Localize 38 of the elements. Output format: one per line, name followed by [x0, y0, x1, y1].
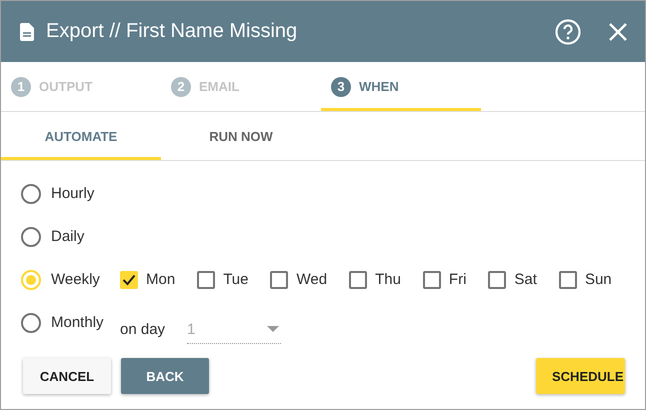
checkbox-label: Thu [375, 271, 401, 288]
radio-label: Daily [51, 228, 86, 245]
checkbox-label: Sun [584, 271, 612, 288]
checkbox-label: Mon [146, 271, 176, 288]
close-icon[interactable] [609, 22, 627, 40]
checkbox-label: Wed [296, 271, 328, 288]
caret-icon [267, 326, 280, 332]
radio-button[interactable] [21, 184, 41, 204]
primary-button[interactable]: BACK [121, 358, 209, 394]
document-icon [20, 22, 34, 40]
checkbox[interactable] [349, 270, 368, 288]
radio-button[interactable] [21, 226, 41, 246]
checkbox-label: Tue [223, 271, 248, 288]
checkbox[interactable] [270, 270, 288, 288]
radio-label: Monthly [51, 314, 105, 331]
tab[interactable]: AUTOMATE [1, 112, 161, 160]
accent-button[interactable]: SCHEDULE [536, 358, 625, 394]
window-title: Export // First Name Missing [46, 20, 298, 43]
field-label: on day [120, 321, 166, 338]
step-number: 3 [331, 76, 351, 96]
step-label: OUTPUT [39, 79, 92, 94]
checkbox-label: Fri [448, 271, 466, 288]
checkbox[interactable] [197, 270, 216, 288]
checkbox-label: Sat [514, 271, 537, 288]
step-label: WHEN [359, 79, 399, 94]
checkbox[interactable] [488, 270, 506, 288]
radio-label: Weekly [51, 271, 101, 288]
radio-button[interactable] [21, 312, 41, 332]
checkbox[interactable] [422, 270, 441, 288]
radio-label: Hourly [51, 185, 96, 202]
flat-button[interactable]: CANCEL [23, 358, 111, 394]
step-tab[interactable]: 3 WHEN [321, 62, 481, 111]
help-icon[interactable] [555, 18, 581, 44]
step-label: EMAIL [199, 79, 240, 94]
tab[interactable]: RUN NOW [161, 112, 321, 160]
step-number: 1 [11, 76, 31, 96]
checkbox[interactable] [558, 270, 577, 288]
step-number: 2 [171, 76, 191, 96]
